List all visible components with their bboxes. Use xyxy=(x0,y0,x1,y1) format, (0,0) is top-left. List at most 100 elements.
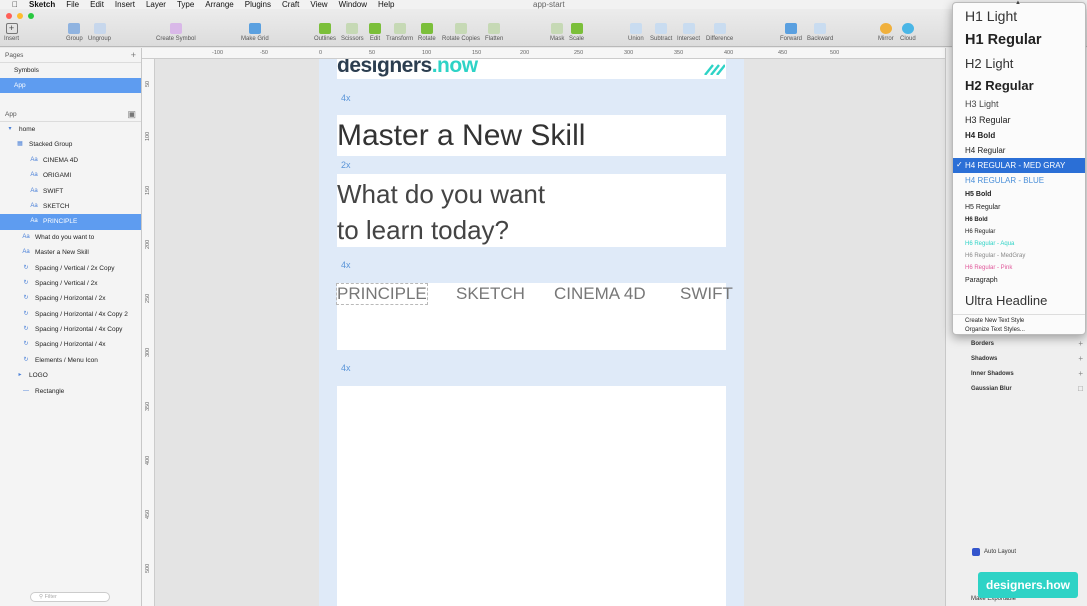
collapse-icon[interactable]: ▣ xyxy=(127,107,136,122)
layer-item[interactable]: ↻ Spacing / Horizontal / 4x xyxy=(0,337,141,352)
layer-item[interactable]: ▸ LOGO xyxy=(0,368,141,383)
menu-arrange[interactable]: Arrange xyxy=(205,0,233,9)
text-style-item[interactable]: H1 Regular xyxy=(965,32,1042,48)
tab-principle[interactable]: PRINCIPLE xyxy=(336,283,428,305)
layer-item[interactable]: ↻ Spacing / Vertical / 2x xyxy=(0,276,141,291)
union-button[interactable]: Union xyxy=(628,23,644,42)
menu-edit[interactable]: Edit xyxy=(90,0,104,9)
text-style-item[interactable]: H1 Light xyxy=(965,8,1017,24)
menu-sketch[interactable]: Sketch xyxy=(29,0,55,9)
flatten-button[interactable]: Flatten xyxy=(485,23,503,42)
logo[interactable]: designers.now xyxy=(337,59,478,78)
text-style-item[interactable]: Paragraph xyxy=(965,277,998,284)
layer-item[interactable]: ▾ home xyxy=(0,122,141,137)
subtract-button[interactable]: Subtract xyxy=(650,23,672,42)
create-symbol-button[interactable]: Create Symbol xyxy=(156,23,196,42)
text-style-item[interactable]: H4 Regular xyxy=(965,146,1005,155)
menu-plugins[interactable]: Plugins xyxy=(245,0,271,9)
intersect-button[interactable]: Intersect xyxy=(677,23,700,42)
layer-item[interactable]: ↻ Spacing / Horizontal / 4x Copy xyxy=(0,322,141,337)
menu-craft[interactable]: Craft xyxy=(282,0,299,9)
scroll-up-icon[interactable]: ▲ xyxy=(1015,0,1021,6)
layer-item[interactable]: Aa SWIFT xyxy=(0,184,141,199)
backward-button[interactable]: Backward xyxy=(807,23,833,42)
layer-search-input[interactable]: ⚲ Filter xyxy=(30,592,110,602)
text-style-item[interactable]: H3 Light xyxy=(965,99,999,109)
text-style-item[interactable]: H6 Regular - Aqua xyxy=(965,241,1014,247)
text-style-item[interactable]: Ultra Headline xyxy=(965,293,1047,308)
layer-item[interactable]: Aa SKETCH xyxy=(0,199,141,214)
add-shadow-icon[interactable]: + xyxy=(1078,354,1083,363)
forward-button[interactable]: Forward xyxy=(780,23,802,42)
tab-sketch[interactable]: SKETCH xyxy=(456,284,525,304)
menu-help[interactable]: Help xyxy=(378,0,394,9)
organize-text-styles-item[interactable]: Organize Text Styles... xyxy=(965,327,1025,333)
menu-type[interactable]: Type xyxy=(177,0,194,9)
page-item-app[interactable]: App xyxy=(0,78,141,93)
add-page-icon[interactable]: + xyxy=(131,48,136,63)
ungroup-button[interactable]: Ungroup xyxy=(88,23,111,42)
layer-item[interactable]: ↻ Spacing / Horizontal / 2x xyxy=(0,291,141,306)
text-style-item[interactable]: H6 Bold xyxy=(965,217,988,223)
cloud-button[interactable]: Cloud xyxy=(900,23,916,42)
inner-shadows-section[interactable]: Inner Shadows xyxy=(971,371,1014,377)
text-style-item[interactable]: H5 Bold xyxy=(965,191,991,198)
canvas[interactable]: 4x 2x 4x 4x designers.now Master a New S… xyxy=(155,59,945,606)
menu-layer[interactable]: Layer xyxy=(146,0,166,9)
layer-item[interactable]: Aa CINEMA 4D xyxy=(0,153,141,168)
difference-button[interactable]: Difference xyxy=(706,23,733,42)
transform-button[interactable]: Transform xyxy=(386,23,413,42)
scissors-button[interactable]: Scissors xyxy=(341,23,364,42)
layer-item[interactable]: Aa What do you want to xyxy=(0,230,141,245)
layer-item[interactable]: ↻ Spacing / Vertical / 2x Copy xyxy=(0,261,141,276)
layer-item[interactable]: Aa ORIGAMI xyxy=(0,168,141,183)
shadows-section[interactable]: Shadows xyxy=(971,356,997,362)
zoom-window-icon[interactable] xyxy=(28,13,34,19)
make-grid-button[interactable]: Make Grid xyxy=(241,23,269,42)
outlines-button[interactable]: Outlines xyxy=(314,23,336,42)
text-style-item[interactable]: H4 REGULAR - MED GRAY xyxy=(965,161,1065,170)
text-style-item[interactable]: H4 Bold xyxy=(965,131,995,140)
text-style-item[interactable]: H2 Light xyxy=(965,56,1013,71)
apple-icon[interactable]:  xyxy=(12,0,18,9)
text-style-item[interactable]: H5 Regular xyxy=(965,204,1000,211)
create-text-style-item[interactable]: Create New Text Style xyxy=(965,318,1024,324)
group-button[interactable]: Group xyxy=(66,23,83,42)
borders-section[interactable]: Borders xyxy=(971,341,994,347)
add-inner-shadow-icon[interactable]: + xyxy=(1078,369,1083,378)
text-style-item[interactable]: H4 REGULAR - BLUE xyxy=(965,176,1044,185)
layer-item[interactable]: Aa PRINCIPLE xyxy=(0,214,141,230)
menu-file[interactable]: File xyxy=(66,0,79,9)
menu-view[interactable]: View xyxy=(310,0,327,9)
add-border-icon[interactable]: + xyxy=(1078,339,1083,348)
scale-button[interactable]: Scale xyxy=(569,23,584,42)
auto-layout-button[interactable]: Auto Layout xyxy=(972,548,1016,556)
gaussian-blur-section[interactable]: Gaussian Blur xyxy=(971,386,1012,392)
text-style-item[interactable]: H3 Regular xyxy=(965,115,1011,125)
close-window-icon[interactable] xyxy=(6,13,12,19)
tab-cinema-4d[interactable]: CINEMA 4D xyxy=(554,284,646,304)
layer-item[interactable]: — Rectangle xyxy=(0,384,141,399)
menu-insert[interactable]: Insert xyxy=(115,0,135,9)
text-style-item[interactable]: H6 Regular - MedGray xyxy=(965,253,1025,259)
artboard-home[interactable]: 4x 2x 4x 4x designers.now Master a New S… xyxy=(319,59,744,606)
layer-item[interactable]: ↻ Elements / Menu Icon xyxy=(0,353,141,368)
minimize-window-icon[interactable] xyxy=(17,13,23,19)
menu-icon[interactable] xyxy=(703,63,725,75)
layer-item[interactable]: ▦ Stacked Group xyxy=(0,137,141,152)
edit-button[interactable]: Edit xyxy=(369,23,381,42)
rotate-button[interactable]: Rotate xyxy=(418,23,436,42)
page-item-symbols[interactable]: Symbols xyxy=(0,63,141,78)
menu-window[interactable]: Window xyxy=(339,0,367,9)
mirror-button[interactable]: Mirror xyxy=(878,23,894,42)
text-style-item[interactable]: H2 Regular xyxy=(965,78,1034,93)
blur-checkbox[interactable]: □ xyxy=(1078,384,1083,393)
mask-button[interactable]: Mask xyxy=(550,23,564,42)
tab-swift[interactable]: SWIFT xyxy=(680,284,733,304)
insert-button[interactable]: + Insert xyxy=(4,23,19,42)
layer-item[interactable]: ↻ Spacing / Horizontal / 4x Copy 2 xyxy=(0,307,141,322)
layer-item[interactable]: Aa Master a New Skill xyxy=(0,245,141,260)
text-style-item[interactable]: H6 Regular - Pink xyxy=(965,265,1012,271)
rotate-copies-button[interactable]: Rotate Copies xyxy=(442,23,480,42)
text-style-item[interactable]: H6 Regular xyxy=(965,229,995,235)
